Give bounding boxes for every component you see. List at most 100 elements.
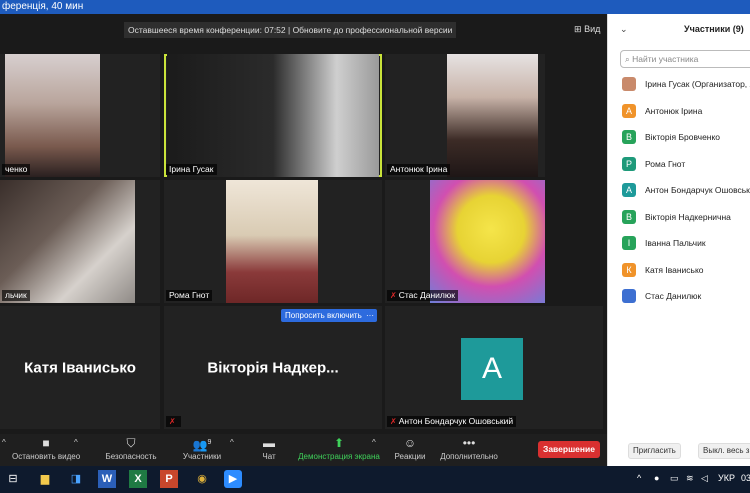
time-banner[interactable]: Оставшееся время конференции: 07:52 | Об… (124, 22, 457, 38)
chevron-down-icon[interactable]: ⌄ (620, 24, 628, 35)
participant-list: Ірина Гусак (Организатор, я А Антонюк Ірин… (620, 74, 750, 313)
participant-name: Антонюк Ірина (645, 105, 703, 116)
tray-up-icon[interactable]: ^ (637, 473, 641, 483)
participant-name: Антон Бондарчук Ошовськ (645, 185, 750, 195)
participant-name: Ірина Гусак (166, 164, 217, 175)
video-tile[interactable]: Антонюк Ірина (385, 54, 545, 177)
more-dots-icon: ••• (462, 436, 476, 450)
participant-avatar: В (622, 130, 636, 144)
participant-avatar: А (622, 103, 636, 118)
task-view-icon[interactable]: ⊟ (4, 470, 22, 488)
chevron-up-icon[interactable]: ^ (230, 438, 234, 447)
share-screen-icon: ⬆ (333, 436, 345, 450)
store-icon[interactable]: ◨ (67, 470, 85, 488)
mic-icon: ● (654, 473, 660, 483)
muted-indicator: ✗ (166, 416, 181, 427)
zoom-icon[interactable]: ▶ (224, 470, 242, 488)
volume-icon[interactable]: ◁ (701, 473, 708, 484)
participant-name: Іванна Пальчик (645, 238, 706, 248)
video-tile[interactable]: A ✗ Антон Бондарчук Ошовський (385, 306, 603, 429)
meeting-toolbar: ^ ■ Остановить видео ^ ⛉ Безопасность 👥9… (0, 434, 607, 466)
panel-footer: Пригласить Выкл. весь зв (608, 442, 750, 462)
participant-row[interactable]: К Катя Іванисько (620, 260, 750, 287)
more-button[interactable]: ••• Дополнительно (438, 436, 500, 461)
reactions-button[interactable]: ☺ Реакции (392, 436, 428, 461)
video-tile[interactable]: Рома Гнот (164, 180, 382, 303)
participant-avatar: А (622, 183, 636, 197)
video-tile-active-speaker[interactable]: Ірина Гусак (164, 54, 382, 177)
participant-row[interactable]: Ірина Гусак (Организатор, я (620, 74, 750, 101)
video-tile[interactable]: Попросить включить ··· Вікторія Надкер..… (164, 306, 382, 429)
chevron-up-icon[interactable]: ^ (2, 438, 6, 447)
clock[interactable]: 03 (741, 473, 750, 483)
chevron-up-icon[interactable]: ^ (372, 438, 376, 447)
window-title: ференція, 40 мин (2, 1, 84, 12)
participant-row[interactable]: І Іванна Пальчик (620, 233, 750, 260)
ask-to-start-video-button[interactable]: Попросить включить (281, 309, 366, 322)
participant-search-input[interactable]: ⌕ Найти участника (620, 50, 750, 68)
participant-name: ченко (2, 164, 31, 175)
participant-name: Рома Гнот (166, 290, 213, 301)
participant-video (0, 180, 135, 303)
participant-row[interactable]: А Антонюк Ірина (620, 101, 750, 128)
participant-name: Ірина Гусак (Организатор, я (645, 79, 750, 89)
mute-all-button[interactable]: Выкл. весь зв (698, 443, 750, 459)
participant-video (167, 54, 379, 177)
camera-icon: ■ (42, 436, 50, 450)
panel-title: Участники (9) (684, 24, 744, 34)
participant-video (447, 54, 538, 177)
participant-row[interactable]: Р Рома Гнот (620, 154, 750, 181)
participant-avatar: І (622, 236, 636, 250)
participant-row[interactable]: В Вікторія Надкерничнa (620, 207, 750, 234)
participant-row[interactable]: В Вікторія Бровченко (620, 127, 750, 154)
tile-more-button[interactable]: ··· (363, 309, 377, 322)
participant-avatar: В (622, 209, 636, 224)
word-icon[interactable]: W (98, 470, 116, 488)
shield-icon: ⛉ (126, 436, 136, 450)
invite-button[interactable]: Пригласить (628, 443, 681, 459)
participant-video (5, 54, 100, 177)
windows-taskbar: ⊟ ▆ ◨ W X P ◉ ▶ ^ ● ▭ ≋ ◁ УКР 03 (0, 466, 750, 493)
participant-avatar (622, 77, 636, 91)
participant-big-name: Катя Іванисько (24, 359, 136, 376)
chevron-up-icon[interactable]: ^ (74, 438, 78, 447)
muted-mic-icon: ✗ (390, 417, 397, 426)
meeting-area: Оставшееся время конференции: 07:52 | Об… (0, 14, 607, 434)
share-screen-button[interactable]: ⬆ Демонстрация экрана (297, 436, 381, 461)
chrome-icon[interactable]: ◉ (193, 470, 211, 488)
panel-header: ⌄ Участники (9) (608, 14, 750, 44)
emoji-icon: ☺ (403, 436, 417, 450)
participant-name: ✗ Антон Бондарчук Ошовський (387, 416, 517, 427)
end-meeting-button[interactable]: Завершение (538, 441, 600, 458)
network-icon[interactable]: ▭ (670, 473, 679, 484)
view-button[interactable]: ⊞ Вид (574, 22, 600, 36)
video-tile[interactable]: ченко (0, 54, 160, 177)
participant-name: Вікторія Бровченко (645, 132, 721, 142)
participant-avatar: К (622, 262, 636, 277)
participants-button[interactable]: 👥9 Участники (180, 436, 224, 461)
participant-name: Рома Гнот (645, 158, 686, 169)
window-title-bar: ференція, 40 мин (0, 0, 750, 14)
people-icon: 👥9 (192, 438, 212, 452)
video-tile[interactable]: льчик (0, 180, 160, 303)
wifi-icon[interactable]: ≋ (686, 473, 694, 484)
stop-video-button[interactable]: ■ Остановить видео (12, 436, 80, 461)
participant-row[interactable]: А Антон Бондарчук Ошовськ (620, 180, 750, 207)
powerpoint-icon[interactable]: P (160, 470, 178, 488)
participant-avatar: A (461, 338, 523, 400)
participant-video (226, 180, 318, 303)
video-tile[interactable]: Катя Іванисько (0, 306, 160, 429)
language-indicator[interactable]: УКР (718, 473, 735, 483)
file-explorer-icon[interactable]: ▆ (36, 470, 54, 488)
participant-avatar (622, 289, 636, 303)
excel-icon[interactable]: X (129, 470, 147, 488)
participant-name: льчик (2, 290, 30, 301)
chat-icon: ▬ (263, 436, 275, 450)
participant-big-name: Вікторія Надкер... (207, 359, 339, 376)
participant-row[interactable]: Стас Данилюк (620, 286, 750, 313)
security-button[interactable]: ⛉ Безопасность (103, 436, 159, 461)
video-tile[interactable]: ✗ Стас Данилюк (385, 180, 545, 303)
grid-icon: ⊞ (574, 24, 582, 34)
chat-button[interactable]: ▬ Чат (255, 436, 283, 461)
muted-mic-icon: ✗ (169, 417, 176, 426)
